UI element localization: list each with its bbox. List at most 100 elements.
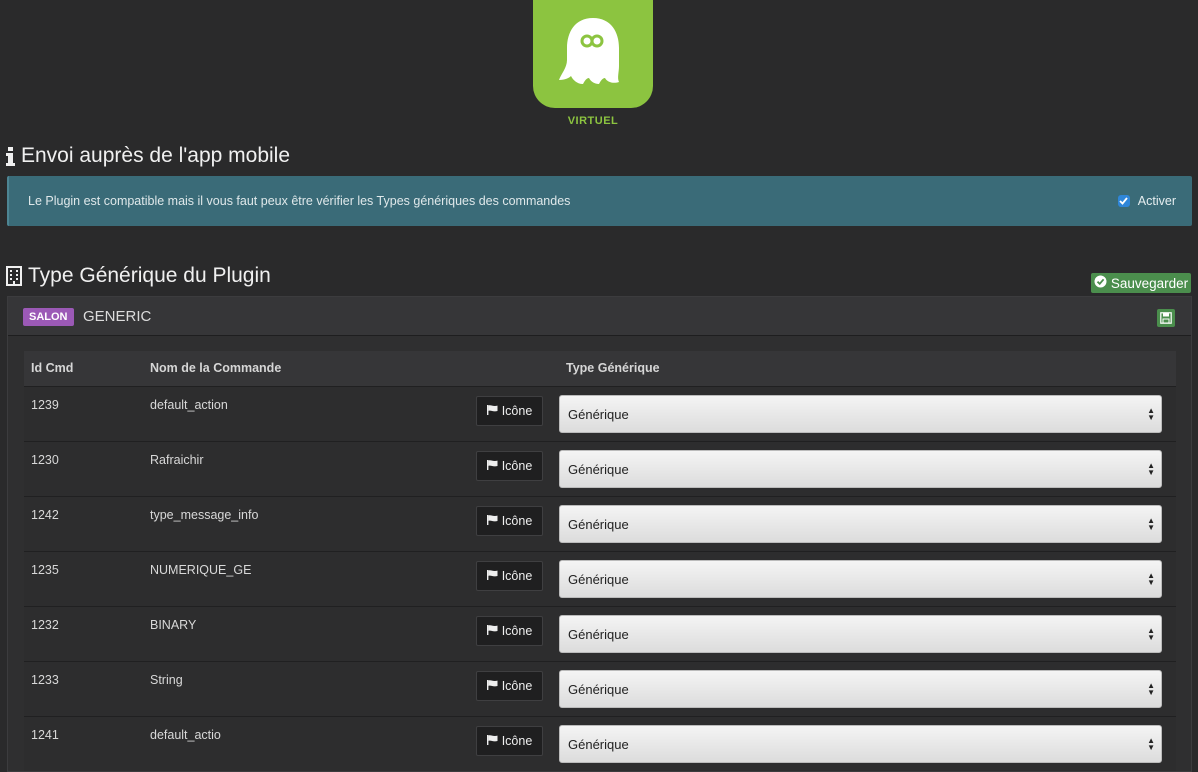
type-cell: Générique ▲ ▼ (559, 716, 1176, 771)
generic-type-select[interactable]: Générique ▲ ▼ (559, 504, 1162, 543)
icon-picker-label: Icône (501, 623, 533, 638)
icon-picker-button[interactable]: Icône (476, 505, 543, 536)
cmd-name-cell: Rafraichir Icône (143, 441, 559, 496)
cmd-id: 1230 (31, 452, 59, 467)
cmd-name: NUMERIQUE_GE (150, 562, 252, 577)
generic-type-value: Générique (568, 516, 629, 532)
table-row: 1233 String Icône Générique ▲ ▼ (24, 661, 1176, 716)
info-icon (6, 146, 15, 166)
table-row: 1232 BINARY Icône Générique ▲ ▼ (24, 606, 1176, 661)
icon-picker-button[interactable]: Icône (476, 395, 543, 426)
generic-type-select[interactable]: Générique ▲ ▼ (559, 449, 1162, 488)
type-cell: Générique ▲ ▼ (559, 551, 1176, 606)
logo-label: VIRTUEL (567, 115, 619, 127)
generic-type-select[interactable]: Générique ▲ ▼ (559, 394, 1162, 433)
icon-picker-button[interactable]: Icône (476, 670, 543, 701)
cmd-name-cell: BINARY Icône (143, 606, 559, 661)
cmd-name: type_message_info (150, 507, 259, 522)
activate-toggle[interactable]: Activer (1117, 194, 1176, 208)
mobile-section-title: Envoi auprès de l'app mobile (6, 144, 290, 168)
icon-picker-label: Icône (501, 568, 533, 583)
flag-icon (486, 569, 498, 583)
icon-picker-button[interactable]: Icône (476, 615, 543, 646)
table-row: 1239 default_action Icône Générique ▲ ▼ (24, 386, 1176, 441)
flag-icon (486, 404, 498, 418)
type-cell: Générique ▲ ▼ (559, 441, 1176, 496)
generic-section-title-text: Type Générique du Plugin (28, 264, 271, 287)
cmd-id: 1242 (31, 507, 59, 522)
sort-arrows-icon: ▲ ▼ (1147, 625, 1155, 642)
type-cell: Générique ▲ ▼ (559, 661, 1176, 716)
compatibility-alert: Le Plugin est compatible mais il vous fa… (7, 176, 1192, 226)
sort-arrows-icon: ▲ ▼ (1147, 735, 1155, 752)
cmd-name-cell: default_action Icône (143, 386, 559, 441)
generic-type-value: Générique (568, 681, 629, 697)
ghost-logo-icon (533, 0, 653, 108)
cmd-id: 1235 (31, 562, 59, 577)
cmd-name: String (150, 672, 183, 687)
sort-arrows-icon: ▲ ▼ (1147, 405, 1155, 422)
icon-picker-label: Icône (501, 513, 533, 528)
generic-type-value: Générique (568, 406, 629, 422)
flag-icon (486, 514, 498, 528)
generic-panel: SALON GENERIC Id Cmd Nom de la Commande … (7, 296, 1192, 772)
flag-icon (486, 734, 498, 748)
generic-type-select[interactable]: Générique ▲ ▼ (559, 669, 1162, 708)
icon-picker-button[interactable]: Icône (476, 450, 543, 481)
cmd-id: 1233 (31, 672, 59, 687)
icon-picker-label: Icône (501, 458, 533, 473)
cmd-name-cell: type_message_info Icône (143, 496, 559, 551)
panel-header: SALON GENERIC (8, 297, 1191, 336)
generic-type-select[interactable]: Générique ▲ ▼ (559, 614, 1162, 653)
flag-icon (486, 679, 498, 693)
flag-icon (486, 624, 498, 638)
save-button-label: Sauvegarder (1110, 275, 1189, 291)
cmd-name: default_action (150, 397, 228, 412)
commands-table: Id Cmd Nom de la Commande Type Générique… (24, 351, 1176, 771)
table-header-row: Id Cmd Nom de la Commande Type Générique (24, 351, 1176, 386)
cmd-name: BINARY (150, 617, 197, 632)
generic-type-value: Générique (568, 736, 629, 752)
type-cell: Générique ▲ ▼ (559, 496, 1176, 551)
cmd-id: 1232 (31, 617, 59, 632)
generic-type-select[interactable]: Générique ▲ ▼ (559, 724, 1162, 763)
cmd-name-cell: String Icône (143, 661, 559, 716)
activate-label: Activer (1137, 194, 1176, 208)
cmd-name-cell: NUMERIQUE_GE Icône (143, 551, 559, 606)
cmd-id: 1239 (31, 397, 59, 412)
alert-text: Le Plugin est compatible mais il vous fa… (28, 194, 571, 208)
icon-picker-label: Icône (501, 733, 533, 748)
generic-type-value: Générique (568, 571, 629, 587)
floppy-disk-icon[interactable] (1157, 309, 1175, 327)
generic-type-value: Générique (568, 461, 629, 477)
cmd-name: Rafraichir (150, 452, 204, 467)
icon-picker-button[interactable]: Icône (476, 725, 543, 756)
sort-arrows-icon: ▲ ▼ (1147, 515, 1155, 532)
generic-type-value: Générique (568, 626, 629, 642)
sort-arrows-icon: ▲ ▼ (1147, 680, 1155, 697)
plugin-logo: VIRTUEL (533, 0, 653, 127)
mobile-section-title-text: Envoi auprès de l'app mobile (21, 144, 291, 167)
column-header-id: Id Cmd (31, 361, 74, 376)
sort-arrows-icon: ▲ ▼ (1147, 570, 1155, 587)
table-row: 1235 NUMERIQUE_GE Icône Générique ▲ ▼ (24, 551, 1176, 606)
activate-checkbox[interactable] (1117, 195, 1130, 207)
generic-section-title: Type Générique du Plugin (6, 264, 271, 288)
sort-arrows-icon: ▲ ▼ (1147, 460, 1155, 477)
save-button[interactable]: Sauvegarder (1091, 273, 1191, 293)
table-row: 1242 type_message_info Icône Générique ▲… (24, 496, 1176, 551)
icon-picker-button[interactable]: Icône (476, 560, 543, 591)
flag-icon (486, 459, 498, 473)
generic-type-select[interactable]: Générique ▲ ▼ (559, 559, 1162, 598)
table-row: 1230 Rafraichir Icône Générique ▲ ▼ (24, 441, 1176, 496)
cmd-id: 1241 (31, 727, 59, 742)
type-cell: Générique ▲ ▼ (559, 386, 1176, 441)
cmd-name: default_actio (150, 727, 221, 742)
column-header-type: Type Générique (566, 361, 660, 376)
panel-equipment-name: GENERIC (83, 308, 152, 325)
building-icon (6, 266, 22, 286)
room-badge: SALON (23, 308, 74, 326)
check-circle-icon (1094, 275, 1107, 291)
cmd-name-cell: default_actio Icône (143, 716, 559, 771)
type-cell: Générique ▲ ▼ (559, 606, 1176, 661)
